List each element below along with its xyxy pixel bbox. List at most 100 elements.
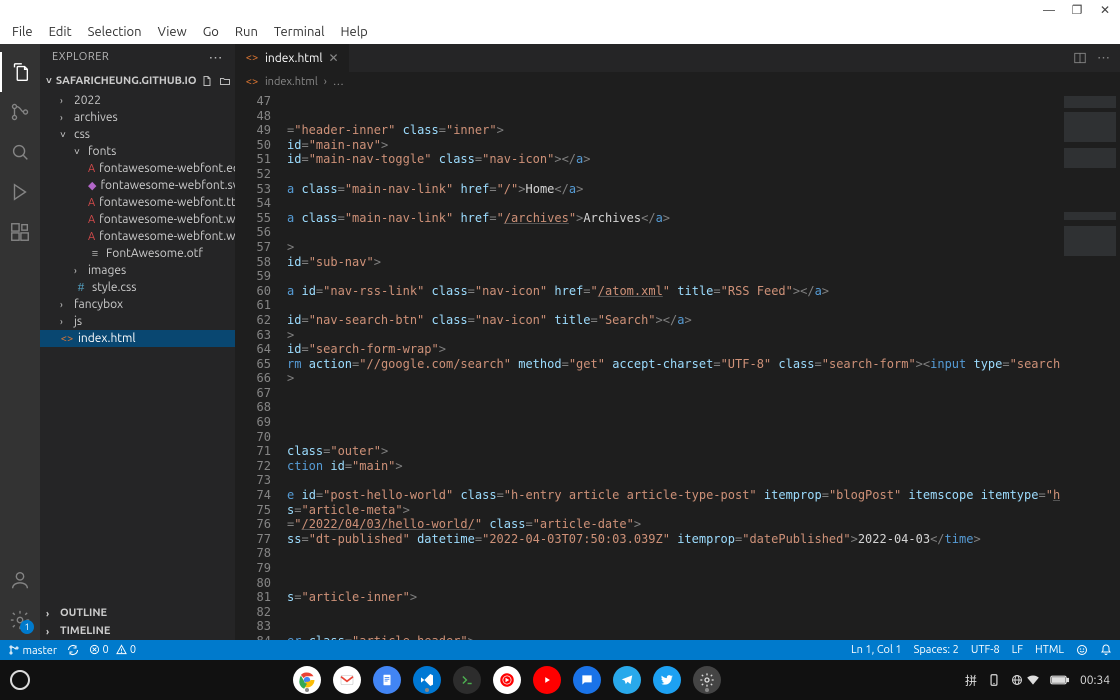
split-editor-icon[interactable]: [1073, 51, 1087, 65]
activity-account-icon[interactable]: [0, 560, 40, 600]
explorer-project-row[interactable]: ˅ SAFARICHEUNG.GITHUB.IO: [40, 70, 235, 92]
status-spaces[interactable]: Spaces: 2: [914, 644, 959, 656]
timeline-section[interactable]: ›TIMELINE: [40, 622, 235, 640]
launcher-icon[interactable]: [10, 670, 30, 690]
status-eol[interactable]: LF: [1012, 644, 1023, 656]
line-number-gutter: 47 48 49 50 51 52 53 54 55 56 57 58 59 6…: [235, 92, 279, 640]
tree-file[interactable]: Afontawesome-webfont.woff2: [40, 228, 235, 245]
tree-folder[interactable]: ›2022: [40, 92, 235, 109]
explorer-title: EXPLORER: [52, 51, 109, 63]
tree-folder[interactable]: ›js: [40, 313, 235, 330]
otf-file-icon: ≡: [88, 248, 102, 260]
html-file-icon: <>: [245, 76, 259, 88]
taskbar-twitter[interactable]: [653, 666, 681, 694]
html-file-icon: <>: [60, 333, 74, 345]
ide-root: 1 EXPLORER ⋯ ˅ SAFARICHEUNG.GITHUB.IO ›2…: [0, 44, 1120, 640]
editor-body: 47 48 49 50 51 52 53 54 55 56 57 58 59 6…: [235, 92, 1120, 640]
explorer-header: EXPLORER ⋯: [40, 44, 235, 70]
new-folder-icon[interactable]: [219, 75, 231, 87]
window-close-button[interactable]: ✕: [1098, 3, 1112, 17]
window-maximize-button[interactable]: ❐: [1070, 3, 1084, 17]
tab-close-icon[interactable]: ✕: [329, 51, 339, 65]
taskbar-docs[interactable]: [373, 666, 401, 694]
tree-file-selected[interactable]: <>index.html: [40, 330, 235, 347]
activity-search-icon[interactable]: [0, 132, 40, 172]
tree-file[interactable]: #style.css: [40, 279, 235, 296]
taskbar-youtube[interactable]: [533, 666, 561, 694]
new-file-icon[interactable]: [201, 75, 213, 87]
taskbar-chrome[interactable]: [293, 666, 321, 694]
status-feedback-icon[interactable]: [1076, 644, 1088, 656]
status-problems[interactable]: 0 0: [89, 644, 136, 656]
explorer-sidebar: EXPLORER ⋯ ˅ SAFARICHEUNG.GITHUB.IO ›202…: [40, 44, 235, 640]
window-minimize-button[interactable]: —: [1042, 3, 1056, 17]
menu-go[interactable]: Go: [195, 23, 227, 41]
tray-network-icon[interactable]: [1011, 673, 1040, 687]
status-branch[interactable]: master: [8, 644, 57, 657]
menubar: File Edit Selection View Go Run Terminal…: [0, 20, 1120, 44]
taskbar-messages[interactable]: [573, 666, 601, 694]
taskbar-telegram[interactable]: [613, 666, 641, 694]
breadcrumb-more: …: [333, 76, 344, 88]
tree-file[interactable]: ◆fontawesome-webfont.svg: [40, 177, 235, 194]
tree-folder[interactable]: ˅css: [40, 126, 235, 143]
tree-folder[interactable]: ˅fonts: [40, 143, 235, 160]
html-file-icon: <>: [245, 52, 259, 64]
activity-bar: 1: [0, 44, 40, 640]
tree-folder[interactable]: ›images: [40, 262, 235, 279]
svg-file-icon: ◆: [88, 179, 96, 192]
status-bar: master 0 0 Ln 1, Col 1 Spaces: 2 UTF-8 L…: [0, 640, 1120, 660]
os-taskbar: 拼 00:34: [0, 660, 1120, 700]
taskbar-gmail[interactable]: [333, 666, 361, 694]
menu-selection[interactable]: Selection: [80, 23, 150, 41]
status-lncol[interactable]: Ln 1, Col 1: [851, 644, 902, 656]
minimap[interactable]: [1060, 92, 1120, 640]
tray-battery-icon[interactable]: [1050, 674, 1070, 686]
tree-folder[interactable]: ›fancybox: [40, 296, 235, 313]
editor-group: <> index.html ✕ ⋯ <> index.html › … 47 4…: [235, 44, 1120, 640]
menu-edit[interactable]: Edit: [41, 23, 80, 41]
tree-folder[interactable]: ›archives: [40, 109, 235, 126]
chevron-right-icon: ›: [324, 76, 327, 88]
window-titlebar: — ❐ ✕: [0, 0, 1120, 20]
code-editor[interactable]: ="header-inner" class="inner"> id="main-…: [279, 92, 1060, 640]
file-tree: ›2022 ›archives ˅css ˅fonts Afontawesome…: [40, 92, 235, 604]
activity-scm-icon[interactable]: [0, 92, 40, 132]
taskbar-youtube-music[interactable]: [493, 666, 521, 694]
editor-tab-active[interactable]: <> index.html ✕: [235, 44, 350, 72]
outline-section[interactable]: ›OUTLINE: [40, 604, 235, 622]
taskbar-settings[interactable]: [693, 666, 721, 694]
font-file-icon: A: [88, 214, 95, 226]
activity-manage-icon[interactable]: 1: [0, 600, 40, 640]
menu-file[interactable]: File: [4, 23, 41, 41]
status-language[interactable]: HTML: [1035, 644, 1064, 656]
taskbar-vscode[interactable]: [413, 666, 441, 694]
breadcrumb-file: index.html: [265, 76, 318, 88]
activity-extensions-icon[interactable]: [0, 212, 40, 252]
status-bell-icon[interactable]: [1100, 644, 1112, 656]
tray-clock[interactable]: 00:34: [1080, 674, 1110, 687]
status-sync-icon[interactable]: [67, 644, 79, 657]
tree-file[interactable]: Afontawesome-webfont.ttf: [40, 194, 235, 211]
menu-terminal[interactable]: Terminal: [266, 23, 333, 41]
explorer-more-icon[interactable]: ⋯: [209, 49, 224, 66]
taskbar-terminal[interactable]: [453, 666, 481, 694]
tree-file[interactable]: Afontawesome-webfont.eot: [40, 160, 235, 177]
menu-run[interactable]: Run: [227, 23, 266, 41]
breadcrumb[interactable]: <> index.html › …: [235, 72, 1120, 92]
menu-help[interactable]: Help: [332, 23, 375, 41]
tray-phone-icon[interactable]: [987, 673, 1001, 687]
activity-run-icon[interactable]: [0, 172, 40, 212]
tree-file[interactable]: Afontawesome-webfont.woff: [40, 211, 235, 228]
tree-file[interactable]: ≡FontAwesome.otf: [40, 245, 235, 262]
activity-explorer-icon[interactable]: [0, 52, 40, 92]
status-encoding[interactable]: UTF-8: [971, 644, 1000, 656]
editor-tabbar: <> index.html ✕ ⋯: [235, 44, 1120, 72]
font-file-icon: A: [88, 163, 95, 175]
explorer-project-name: SAFARICHEUNG.GITHUB.IO: [56, 75, 197, 87]
tray-ime[interactable]: 拼: [965, 672, 977, 689]
menu-view[interactable]: View: [150, 23, 195, 41]
font-file-icon: A: [88, 197, 95, 209]
editor-more-icon[interactable]: ⋯: [1097, 51, 1110, 66]
css-file-icon: #: [74, 282, 88, 294]
